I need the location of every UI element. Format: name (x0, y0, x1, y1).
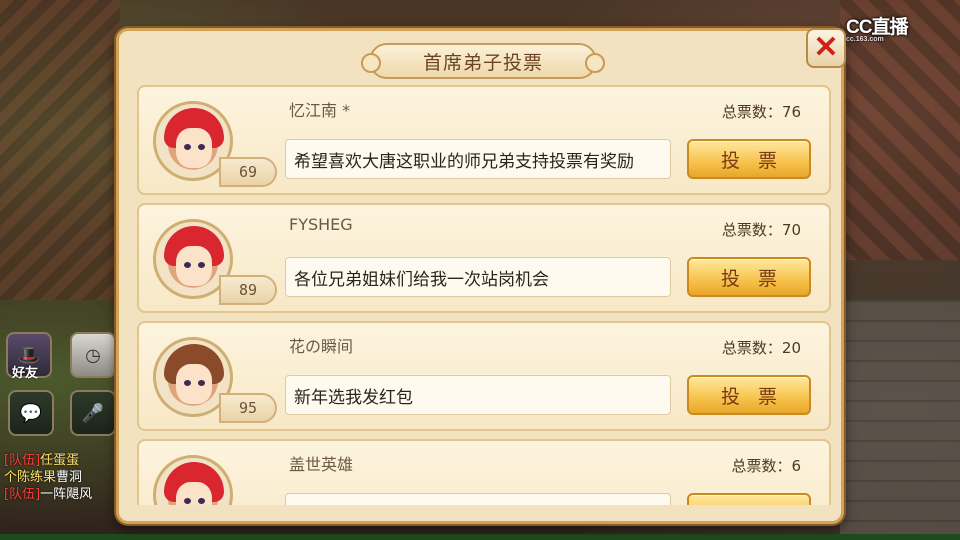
candidate-name: 盖世英雄 (289, 455, 354, 474)
watermark-text: CC直播 (846, 17, 908, 38)
vote-count: 总票数：20 (721, 339, 801, 357)
friends-label: 好友 (12, 366, 39, 381)
chat-sender: 任蛋蛋 (40, 453, 80, 468)
candidate-motto: 各位兄弟姐妹们给我一次站岗机会 (285, 257, 671, 297)
watermark-subtext: cc.163.com (846, 36, 884, 43)
chat-text: 曹洞 (56, 470, 83, 485)
vote-count: 总票数：70 (721, 221, 801, 239)
vote-count: 总票数：76 (721, 103, 801, 121)
candidate-row: 95 花の瞬间 总票数：20 新年选我发红包 投票 (137, 321, 831, 431)
candidate-avatar (153, 455, 233, 505)
candidate-row: 89 FYSHEG 总票数：70 各位兄弟姐妹们给我一次站岗机会 投票 (137, 203, 831, 313)
clock-button[interactable]: ◷ (70, 332, 116, 378)
microphone-icon: 🎤 (81, 402, 105, 424)
clock-icon: ◷ (85, 344, 101, 366)
speech-bubble-icon: 💬 (19, 402, 43, 424)
candidate-row: 69 忆江南 * 总票数：76 希望喜欢大唐这职业的师兄弟支持投票有奖励 投票 (137, 85, 831, 195)
chat-line: [队伍]一阵飓风 (4, 486, 120, 503)
chat-line: [队伍]任蛋蛋 (4, 452, 120, 469)
candidate-row: 盖世英雄 总票数：6 (137, 439, 831, 505)
chat-channel: [队伍] (4, 487, 41, 502)
candidate-level: 89 (219, 275, 277, 305)
dialog-title: 首席弟子投票 (361, 43, 605, 79)
background-stone-wall (840, 300, 960, 540)
candidate-name: FYSHEG (289, 215, 353, 234)
vote-button[interactable]: 投票 (687, 375, 811, 415)
candidate-level: 95 (219, 393, 277, 423)
bottom-status-strip (0, 534, 960, 540)
candidate-motto (285, 493, 671, 505)
background-roof-left (0, 0, 120, 300)
candidate-list[interactable]: 69 忆江南 * 总票数：76 希望喜欢大唐这职业的师兄弟支持投票有奖励 投票 … (137, 85, 831, 505)
vote-count: 总票数：6 (731, 457, 801, 475)
chat-log[interactable]: [队伍]任蛋蛋 个陈练果曹洞 [队伍]一阵飓风 (4, 452, 120, 522)
close-icon: ✕ (813, 31, 839, 64)
voice-button[interactable]: 🎤 (70, 390, 116, 436)
chat-sender: 个陈练果 (4, 470, 57, 485)
vote-button[interactable]: 投票 (687, 139, 811, 179)
chat-line: 个陈练果曹洞 (4, 469, 120, 486)
chat-text: 一阵飓风 (40, 487, 93, 502)
close-button[interactable]: ✕ (806, 28, 846, 68)
chat-channel: [队伍] (4, 453, 41, 468)
vote-dialog: 首席弟子投票 69 忆江南 * 总票数：76 希望喜欢大唐这职业的师兄弟支持投票… (116, 28, 844, 524)
candidate-motto: 新年选我发红包 (285, 375, 671, 415)
watermark-logo: CC直播 cc.163.com (846, 12, 946, 43)
candidate-name: 忆江南 * (289, 101, 351, 120)
chat-button[interactable]: 💬 (8, 390, 54, 436)
candidate-motto: 希望喜欢大唐这职业的师兄弟支持投票有奖励 (285, 139, 671, 179)
candidate-level: 69 (219, 157, 277, 187)
candidate-name: 花の瞬间 (289, 337, 354, 356)
vote-button[interactable] (687, 493, 811, 505)
vote-button[interactable]: 投票 (687, 257, 811, 297)
